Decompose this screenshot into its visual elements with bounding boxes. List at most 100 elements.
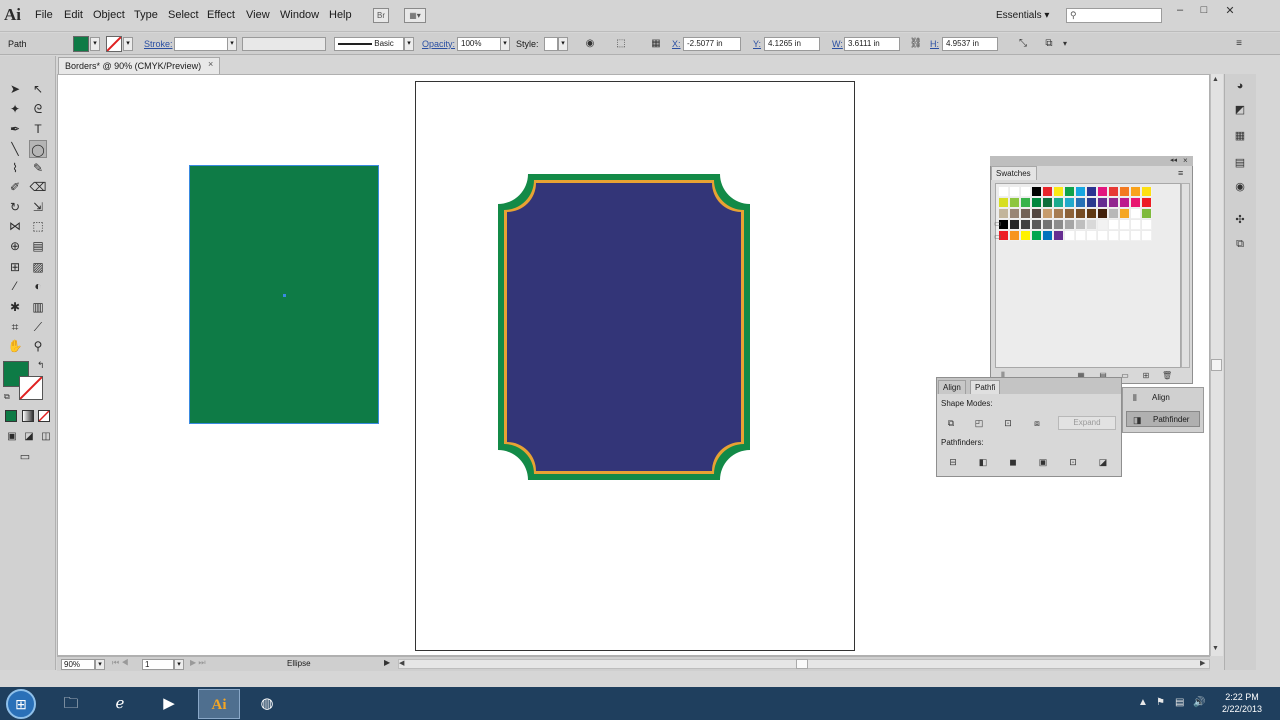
brush-dropdown[interactable]: ▾ <box>404 37 414 51</box>
action-center-icon[interactable]: ⚑ <box>1156 697 1165 708</box>
swatch[interactable] <box>1087 187 1097 197</box>
vertical-scroll-thumb[interactable] <box>1211 359 1222 371</box>
symbol-sprayer-tool-icon[interactable]: ✱ <box>6 298 24 316</box>
swatch[interactable] <box>1131 209 1141 219</box>
none-mode-icon[interactable] <box>38 410 50 422</box>
color-mode-icon[interactable] <box>5 410 17 422</box>
status-menu-icon[interactable]: ▶ <box>384 658 390 667</box>
scroll-up-icon[interactable]: ▲ <box>1212 76 1219 83</box>
zoom-field[interactable]: 90% <box>61 659 95 670</box>
search-input[interactable]: ⚲ <box>1066 8 1162 23</box>
stroke-weight-dropdown[interactable]: ▾ <box>227 37 237 51</box>
document-tab[interactable]: Borders* @ 90% (CMYK/Preview) <box>58 57 220 74</box>
swatch[interactable] <box>1109 209 1119 219</box>
network-icon[interactable]: ▤ <box>1175 697 1184 708</box>
close-window-button[interactable]: ✕ <box>1220 4 1240 18</box>
type-tool-icon[interactable]: T <box>29 120 47 138</box>
show-hidden-icons-icon[interactable]: ▲ <box>1138 697 1148 708</box>
swatch[interactable] <box>1087 220 1097 230</box>
trim-icon[interactable]: ◧ <box>976 455 990 469</box>
swatch[interactable] <box>1065 220 1075 230</box>
draw-normal-icon[interactable]: ▣ <box>3 428 21 446</box>
scroll-right-icon[interactable]: ▶ <box>1200 659 1205 667</box>
width-tool-icon[interactable]: ⋈ <box>6 217 24 235</box>
swatch[interactable] <box>1087 231 1097 241</box>
swatches-panel-header[interactable] <box>990 156 1193 166</box>
minimize-button[interactable]: – <box>1170 4 1190 18</box>
minus-back-icon[interactable]: ◪ <box>1096 455 1110 469</box>
swatch[interactable] <box>1098 198 1108 208</box>
menu-file[interactable]: File <box>35 9 53 21</box>
swatch[interactable] <box>1120 231 1130 241</box>
media-player-taskbar-icon[interactable]: ▶ <box>148 689 190 719</box>
swatch[interactable] <box>1010 220 1020 230</box>
draw-behind-icon[interactable]: ◪ <box>20 428 38 446</box>
free-transform-tool-icon[interactable]: ⬚ <box>29 217 47 235</box>
divide-icon[interactable]: ⊟ <box>946 455 960 469</box>
swatch[interactable] <box>1054 220 1064 230</box>
scale-tool-icon[interactable]: ⇲ <box>29 198 47 216</box>
opacity-label[interactable]: Opacity: <box>422 39 455 49</box>
start-button[interactable]: ⊞ <box>6 689 36 719</box>
swatch[interactable] <box>1032 231 1042 241</box>
horizontal-scroll-thumb[interactable] <box>796 659 808 669</box>
swatch[interactable] <box>1021 187 1031 197</box>
ellipse-tool-icon[interactable]: ◯ <box>29 140 47 158</box>
swatch[interactable] <box>1142 209 1152 219</box>
menu-type[interactable]: Type <box>134 9 158 21</box>
isolate-icon[interactable]: ⧉ <box>1042 37 1056 51</box>
appearance-panel-icon[interactable]: ◉ <box>1232 179 1248 195</box>
swatch[interactable] <box>1021 209 1031 219</box>
opacity-dropdown[interactable]: ▾ <box>500 37 510 51</box>
artboard-tool-icon[interactable]: ⌗ <box>6 318 24 336</box>
menu-view[interactable]: View <box>246 9 270 21</box>
zoom-dropdown[interactable]: ▾ <box>95 659 105 670</box>
swatch[interactable] <box>1087 198 1097 208</box>
stroke-color-box[interactable] <box>19 376 43 400</box>
pen-tool-icon[interactable]: ✒ <box>6 120 24 138</box>
swatch[interactable] <box>1120 209 1130 219</box>
artboard-number-field[interactable]: 1 <box>142 659 174 670</box>
swatch[interactable] <box>1076 231 1086 241</box>
swatch[interactable] <box>1131 198 1141 208</box>
swatch[interactable] <box>1010 187 1020 197</box>
explorer-taskbar-icon[interactable]: 🗀 <box>50 689 92 719</box>
align-to-icon[interactable]: ⬚ <box>614 37 628 51</box>
swatch[interactable] <box>1032 220 1042 230</box>
gradient-mode-icon[interactable] <box>22 410 34 422</box>
swatch[interactable] <box>1021 198 1031 208</box>
close-panel-icon[interactable]: × <box>1183 156 1188 165</box>
swatch[interactable] <box>1098 220 1108 230</box>
swatch[interactable] <box>1120 198 1130 208</box>
y-label[interactable]: Y: <box>753 39 761 49</box>
unite-icon[interactable]: ⧉ <box>944 416 958 430</box>
color-panel-icon[interactable]: ◕ <box>1232 78 1248 94</box>
transform-icon[interactable]: ⤡ <box>1016 37 1030 51</box>
scroll-left-icon[interactable]: ◀ <box>399 659 404 667</box>
illustrator-taskbar-icon[interactable]: Ai <box>198 689 240 719</box>
gradient-panel-icon[interactable]: ▤ <box>1232 155 1248 171</box>
intersect-icon[interactable]: ⊡ <box>1001 416 1015 430</box>
swatch[interactable] <box>1142 220 1152 230</box>
perspective-grid-tool-icon[interactable]: ▤ <box>29 237 47 255</box>
swatches-tab[interactable]: Swatches <box>991 166 1037 180</box>
direct-selection-tool-icon[interactable]: ↖ <box>29 80 47 98</box>
swatch[interactable] <box>1010 231 1020 241</box>
w-label[interactable]: W: <box>832 39 843 49</box>
swatch[interactable] <box>1131 187 1141 197</box>
swatches-menu-icon[interactable]: ≡ <box>1178 168 1183 178</box>
delete-swatch-icon[interactable]: 🗑 <box>1162 371 1172 381</box>
draw-inside-icon[interactable]: ◫ <box>37 428 55 446</box>
eraser-tool-icon[interactable]: ⌫ <box>29 178 47 196</box>
menu-edit[interactable]: Edit <box>64 9 83 21</box>
swatch[interactable] <box>1010 198 1020 208</box>
zoom-tool-icon[interactable]: ⚲ <box>29 337 47 355</box>
menu-select[interactable]: Select <box>168 9 199 21</box>
swatch[interactable] <box>1021 231 1031 241</box>
swap-fill-stroke-icon[interactable]: ↰ <box>37 360 45 371</box>
swatch[interactable] <box>1065 231 1075 241</box>
swatch[interactable] <box>999 198 1009 208</box>
swatch[interactable] <box>1054 187 1064 197</box>
opacity-field[interactable]: 100% <box>457 37 501 51</box>
swatch[interactable] <box>1098 209 1108 219</box>
